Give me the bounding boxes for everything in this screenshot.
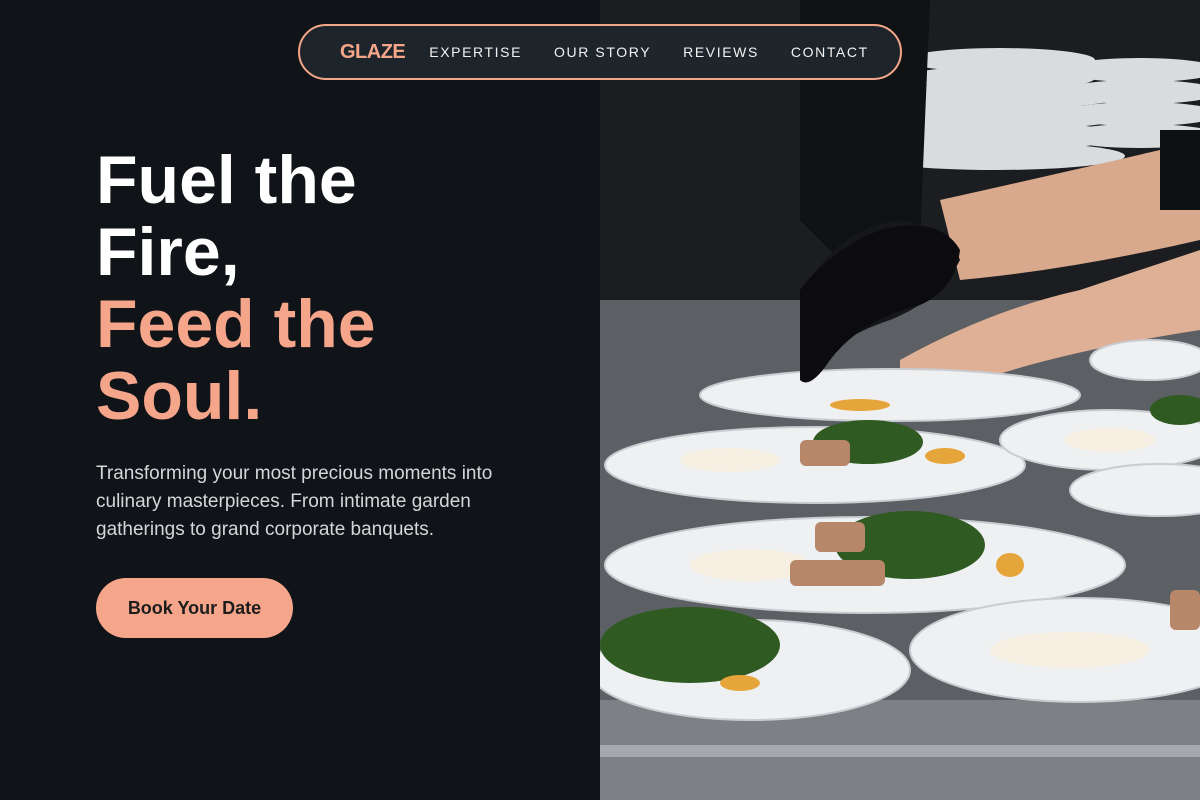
nav-link-contact[interactable]: CONTACT xyxy=(791,44,869,60)
book-your-date-button[interactable]: Book Your Date xyxy=(96,578,293,638)
headline-line-2: Fire, xyxy=(96,214,240,290)
hero-subtitle: Transforming your most precious moments … xyxy=(96,463,493,540)
headline-line-1: Fuel the xyxy=(96,142,357,218)
nav-link-our-story[interactable]: OUR STORY xyxy=(554,44,651,60)
hero-content: Fuel the Fire, Feed the Soul. Transformi… xyxy=(96,144,556,638)
headline-line-3: Feed the xyxy=(96,286,376,362)
hero-headline: Fuel the Fire, Feed the Soul. xyxy=(96,144,556,432)
nav-link-reviews[interactable]: REVIEWS xyxy=(683,44,759,60)
chef-plating-photo-illustration xyxy=(600,0,1200,800)
hero-photo xyxy=(600,0,1200,800)
nav-link-expertise[interactable]: EXPERTISE xyxy=(429,44,522,60)
top-nav: GLAZE EXPERTISE OUR STORY REVIEWS CONTAC… xyxy=(298,24,902,80)
logo-link[interactable]: GLAZE xyxy=(340,41,406,64)
headline-line-4: Soul. xyxy=(96,358,263,434)
